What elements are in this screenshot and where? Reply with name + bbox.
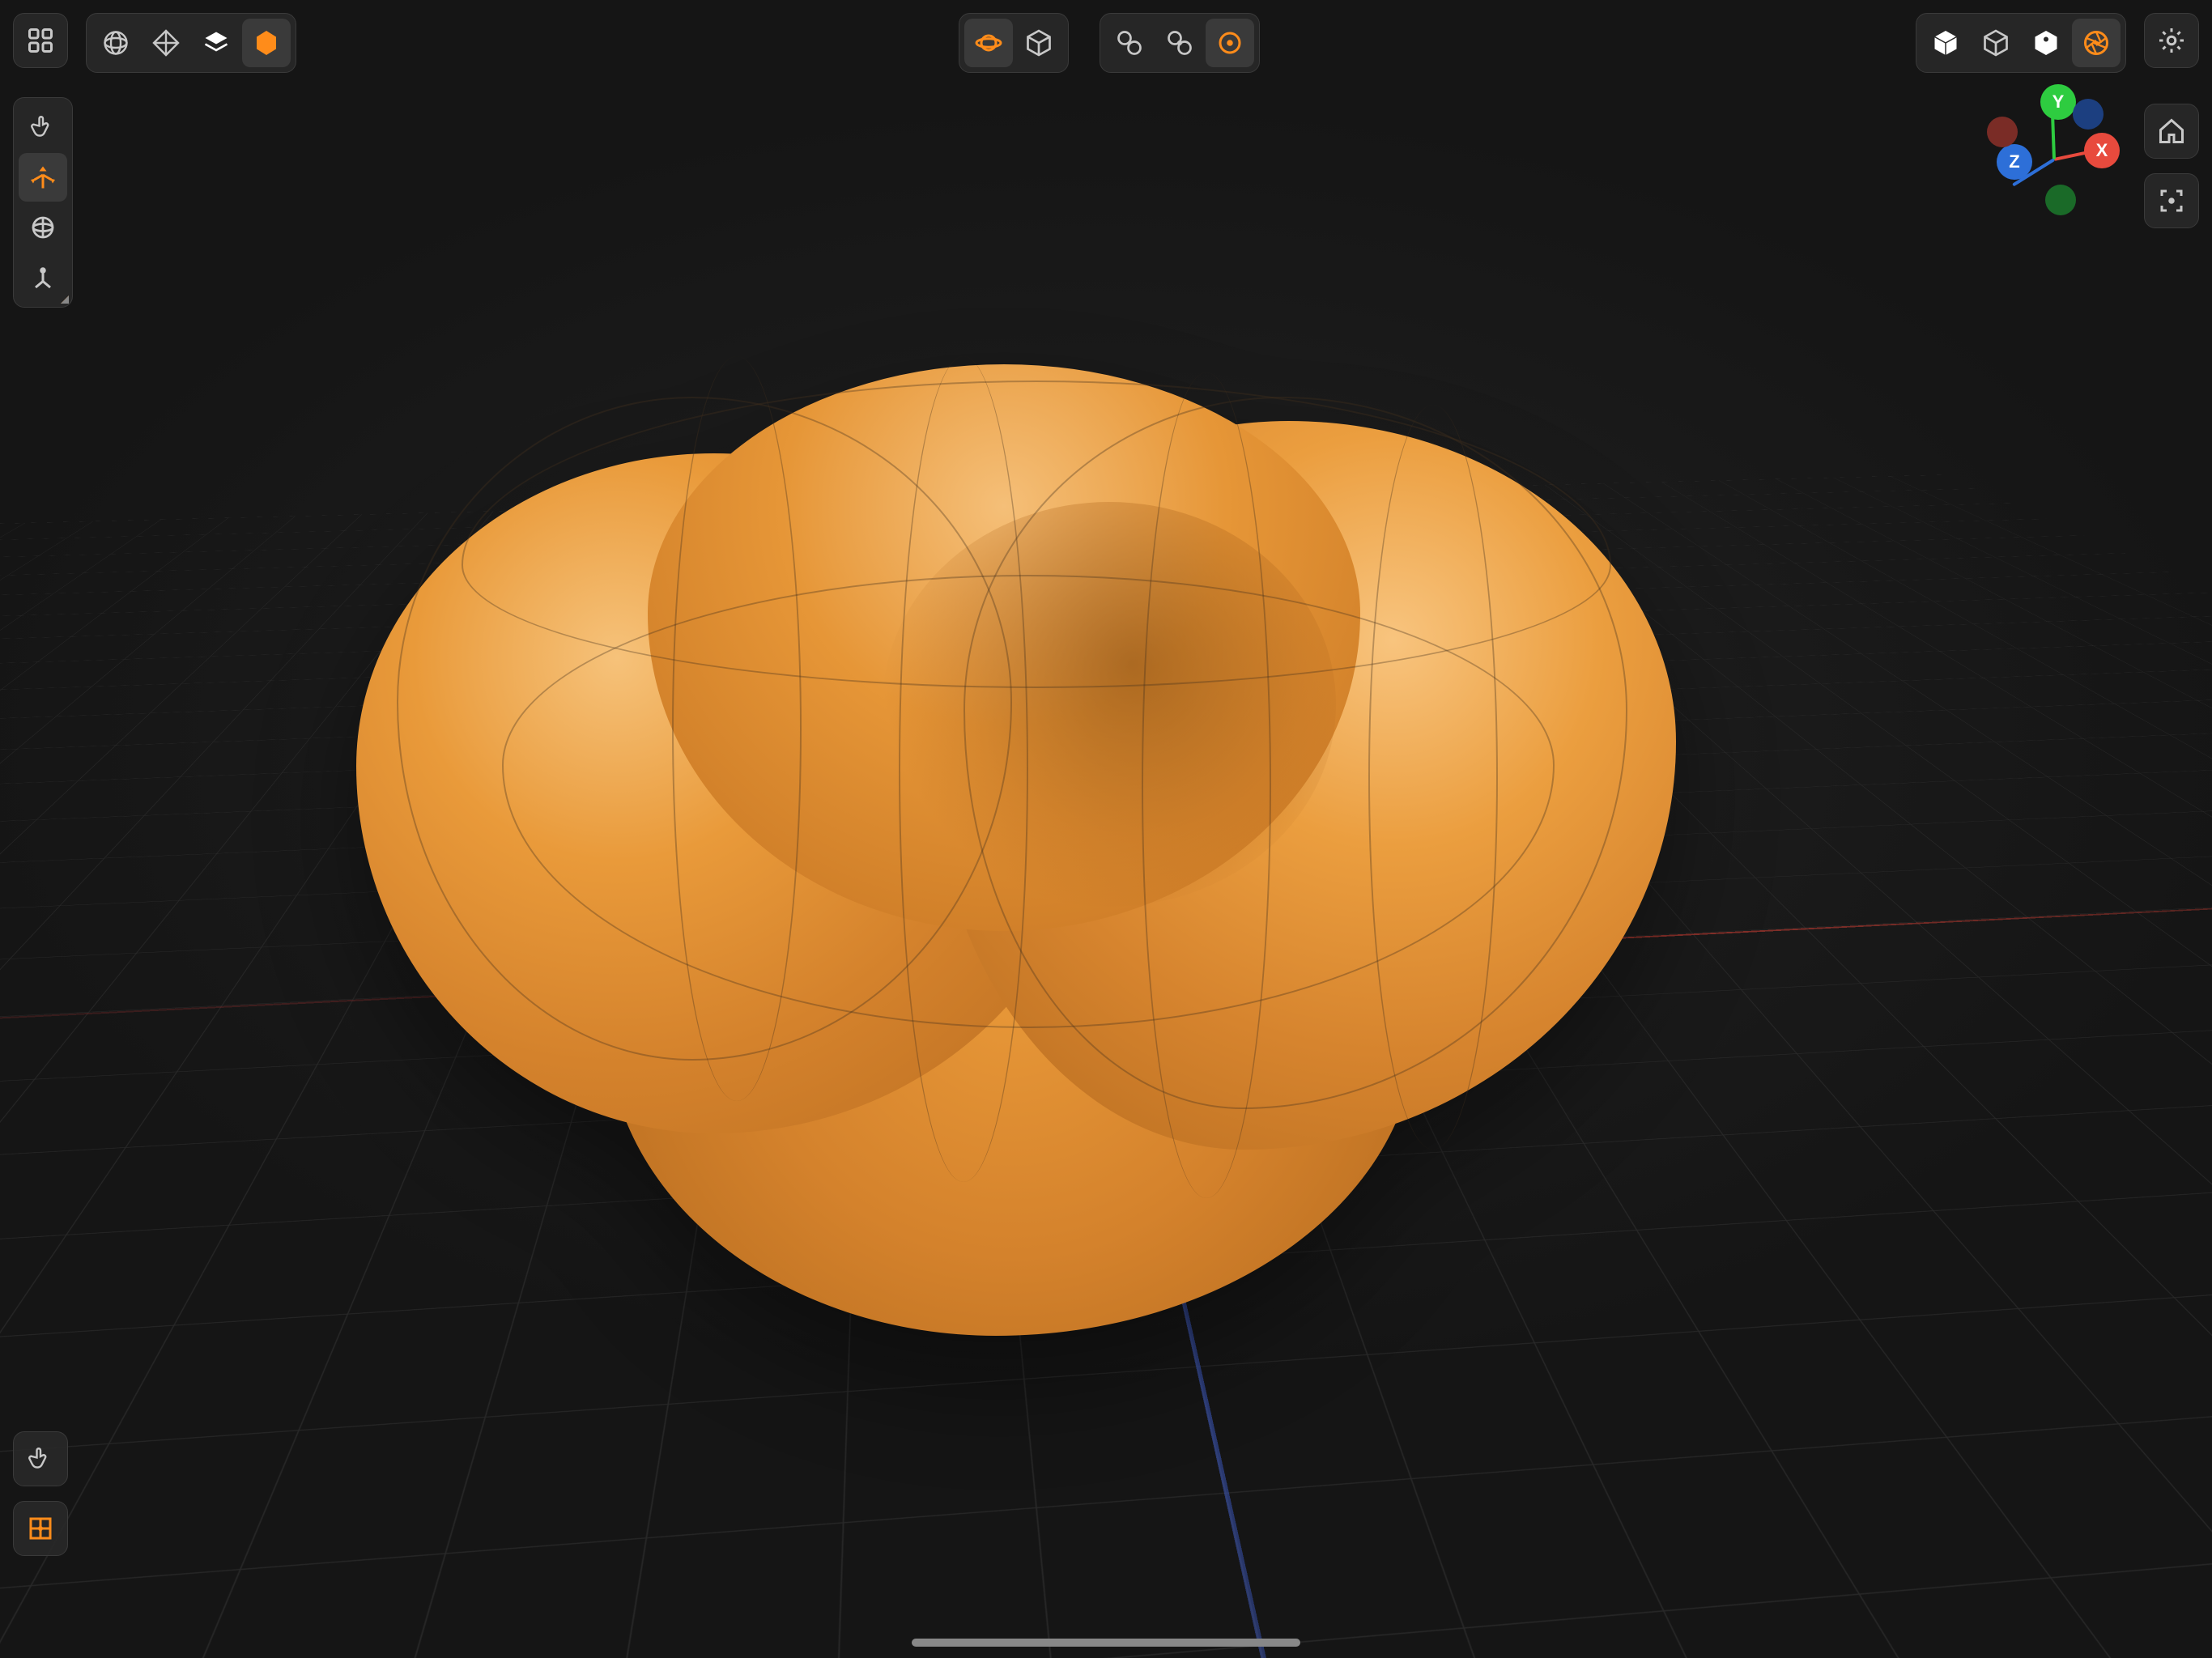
- viewport-3d[interactable]: [0, 0, 2212, 1658]
- wire-cube-button[interactable]: [1972, 19, 2020, 67]
- wireframe-diamond-icon: [151, 28, 181, 57]
- gesture-mode-button[interactable]: [13, 1431, 68, 1486]
- gizmo-neg-z[interactable]: [2073, 99, 2104, 130]
- gizmo-y-axis[interactable]: Y: [2040, 84, 2076, 120]
- select-hand-button[interactable]: [19, 103, 67, 151]
- pointer-hand-icon: [28, 113, 57, 142]
- settings-button[interactable]: [2144, 13, 2199, 68]
- material-cube-icon: [2031, 28, 2061, 57]
- snap-target-button[interactable]: [1206, 19, 1254, 67]
- shaded-hex-button[interactable]: [242, 19, 291, 67]
- orbit-icon: [974, 28, 1003, 57]
- mesh-object[interactable]: [300, 300, 1725, 1336]
- snap-link-button[interactable]: [1105, 19, 1154, 67]
- snap-toolbar: [1100, 13, 1260, 73]
- rotate-sphere-icon: [28, 213, 57, 242]
- wireframe-globe-button[interactable]: [91, 19, 140, 67]
- wireframe-diamond-button[interactable]: [142, 19, 190, 67]
- snap-link-dot-icon: [1165, 28, 1194, 57]
- selection-grid-icon: [26, 1514, 55, 1543]
- gizmo-x-axis[interactable]: X: [2084, 133, 2120, 168]
- shaded-hex-icon: [252, 28, 281, 57]
- solid-layer-icon: [202, 28, 231, 57]
- gear-icon: [2157, 26, 2186, 55]
- solid-cube-icon: [1931, 28, 1960, 57]
- solid-layer-button[interactable]: [192, 19, 240, 67]
- pivot-icon: [28, 263, 57, 292]
- selection-grid-button[interactable]: [13, 1501, 68, 1556]
- move-axes-icon: [28, 163, 57, 192]
- focus-frame-icon: [2157, 186, 2186, 215]
- home-icon: [2157, 117, 2186, 146]
- gesture-hand-icon: [26, 1444, 55, 1473]
- gizmo-z-axis[interactable]: Z: [1997, 144, 2032, 180]
- focus-view-button[interactable]: [2144, 173, 2199, 228]
- camera-mode-toolbar: [959, 13, 1069, 73]
- transform-toolbar: [13, 97, 73, 308]
- gizmo-y-label: Y: [2052, 91, 2065, 113]
- solid-cube-button[interactable]: [1921, 19, 1970, 67]
- gizmo-z-label: Z: [2009, 151, 2019, 172]
- apps-menu-button[interactable]: [13, 13, 68, 68]
- display-mode-toolbar: [86, 13, 296, 73]
- home-view-button[interactable]: [2144, 104, 2199, 159]
- snap-link-dot-button[interactable]: [1155, 19, 1204, 67]
- render-aperture-button[interactable]: [2072, 19, 2121, 67]
- gizmo-neg-y[interactable]: [2045, 185, 2076, 215]
- gizmo-x-label: X: [2096, 140, 2108, 161]
- orbit-button[interactable]: [964, 19, 1013, 67]
- material-cube-button[interactable]: [2022, 19, 2070, 67]
- snap-link-icon: [1115, 28, 1144, 57]
- render-aperture-icon: [2082, 28, 2111, 57]
- perspective-cube-button[interactable]: [1015, 19, 1063, 67]
- rotate-button[interactable]: [19, 203, 67, 252]
- gizmo-neg-x[interactable]: [1987, 117, 2018, 147]
- render-mode-toolbar: [1916, 13, 2126, 73]
- apps-icon: [26, 26, 55, 55]
- wire-cube-icon: [1981, 28, 2010, 57]
- wireframe-globe-icon: [101, 28, 130, 57]
- move-button[interactable]: [19, 153, 67, 202]
- home-indicator: [912, 1639, 1300, 1647]
- orientation-gizmo[interactable]: X Y Z: [1985, 89, 2123, 227]
- cube-icon: [1024, 28, 1053, 57]
- snap-target-icon: [1215, 28, 1244, 57]
- pivot-button[interactable]: [19, 253, 67, 302]
